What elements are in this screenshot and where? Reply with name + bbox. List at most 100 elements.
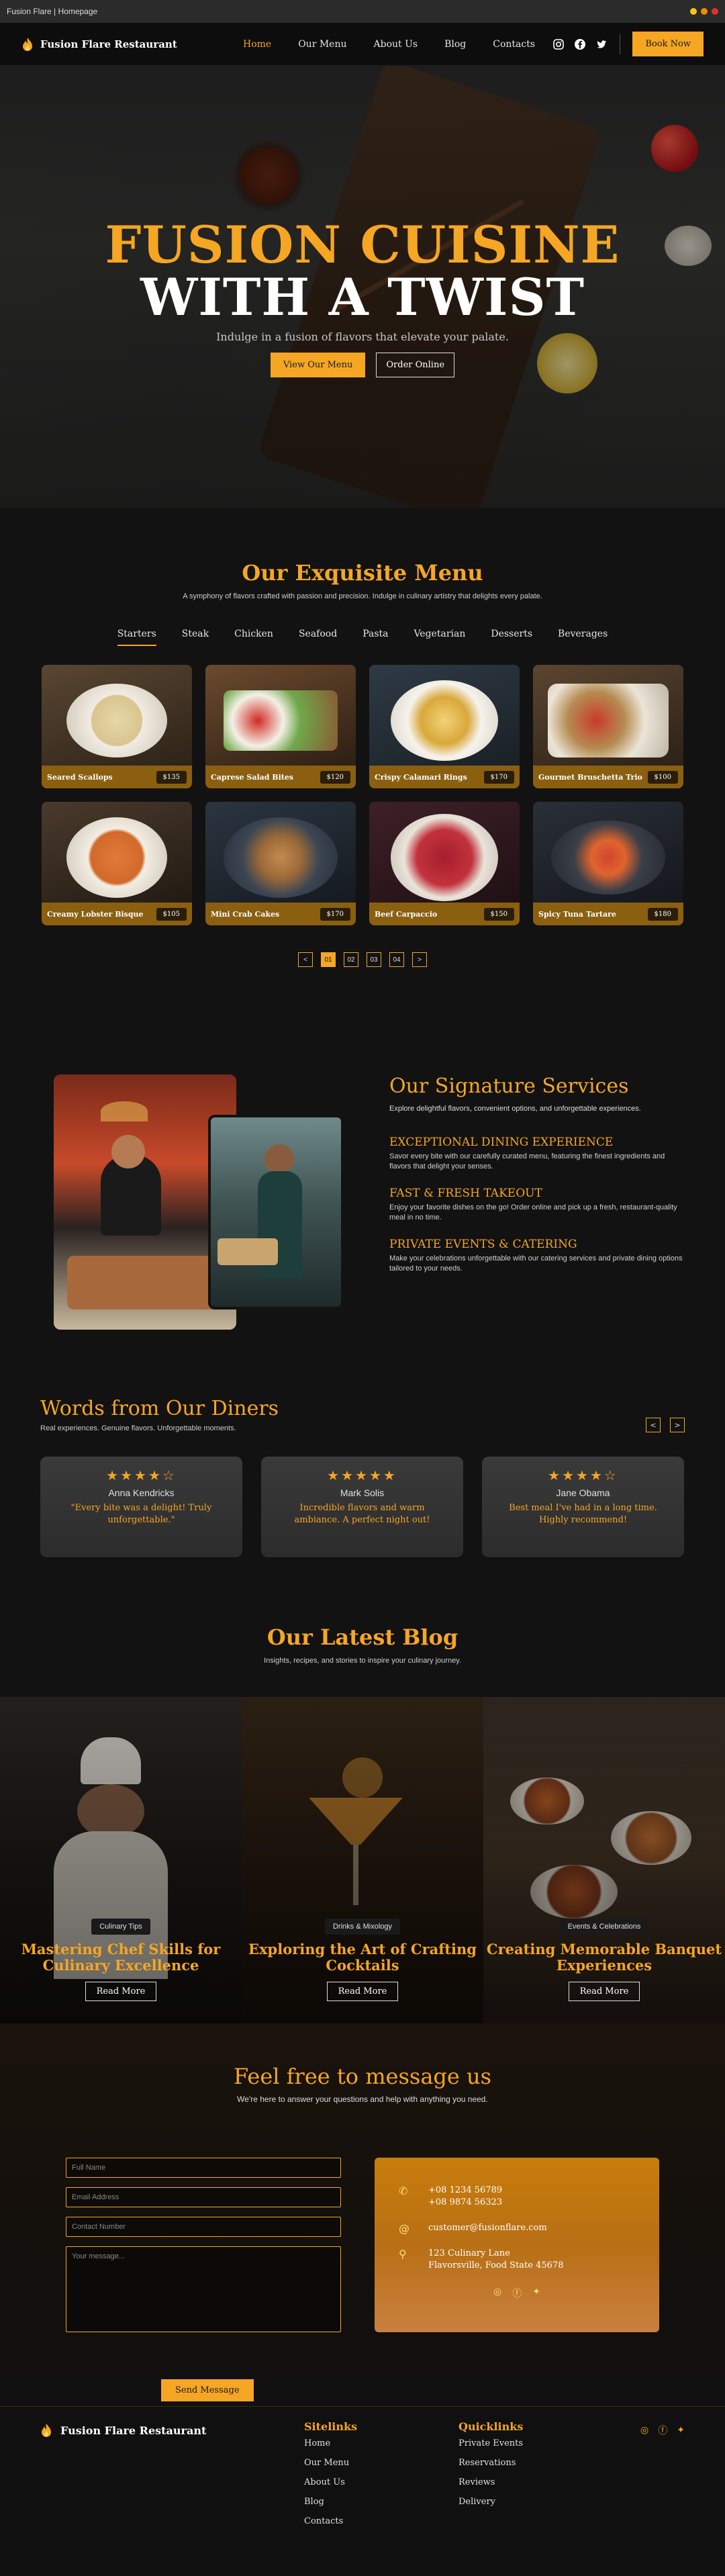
email-field[interactable]: Email Address [66,2187,341,2207]
instagram-icon[interactable]: ◎ [493,2287,501,2300]
nav-contacts[interactable]: Contacts [493,39,535,50]
dish-photo [533,665,683,766]
menu-subtitle: A symphony of flavors crafted with passi… [183,592,542,600]
pager-page-4[interactable]: 04 [389,952,404,967]
dish-photo [369,802,520,903]
tab-desserts[interactable]: Desserts [491,629,532,646]
blog-post-title: Mastering Chef Skills for Culinary Excel… [21,1941,221,1974]
blog-subtitle: Insights, recipes, and stories to inspir… [264,1657,461,1665]
menu-card[interactable]: Seared Scallops $135 [42,665,192,788]
facebook-icon[interactable]: ⓕ [512,2287,522,2300]
menu-card[interactable]: Gourmet Bruschetta Trio $100 [533,665,683,788]
footer-link-blog[interactable]: Blog [304,2497,458,2507]
menu-card[interactable]: Crispy Calamari Rings $170 [369,665,520,788]
close-dot[interactable] [712,8,718,15]
reviews-section: Words from Our Diners Real experiences. … [0,1397,725,1611]
menu-card[interactable]: Caprese Salad Bites $120 [205,665,356,788]
reviewer-name: Jane Obama [556,1487,610,1498]
footer-brand[interactable]: Fusion Flare Restaurant [40,2420,304,2440]
phone-field[interactable]: Contact Number [66,2217,341,2237]
blog-post-info: Drinks & Mixology Exploring the Art of C… [242,1919,483,2001]
blog-post[interactable]: Drinks & Mixology Exploring the Art of C… [242,1697,483,2023]
nav-menu[interactable]: Our Menu [298,39,346,50]
facebook-icon[interactable]: ⓕ [658,2424,667,2437]
menu-card[interactable]: Spicy Tuna Tartare $180 [533,802,683,925]
at-icon: @ [399,2222,409,2235]
email-address[interactable]: customer@fusionflare.com [428,2222,547,2234]
book-now-button[interactable]: Book Now [632,32,704,56]
minimize-dot[interactable] [690,8,697,15]
blog-post-info: Events & Celebrations Creating Memorable… [483,1919,725,2001]
pager-page-2[interactable]: 02 [344,952,358,967]
menu-card[interactable]: Mini Crab Cakes $170 [205,802,356,925]
window-titlebar: Fusion Flare | Homepage [0,0,725,23]
footer-link-home[interactable]: Home [304,2438,458,2448]
facebook-icon[interactable] [574,38,586,50]
pager-page-1[interactable]: 01 [321,952,336,967]
card-footer: Spicy Tuna Tartare $180 [533,903,683,925]
nav-about[interactable]: About Us [374,39,418,50]
tab-vegetarian[interactable]: Vegetarian [414,629,465,646]
window-title: Fusion Flare | Homepage [7,7,98,16]
footer-link-about[interactable]: About Us [304,2477,458,2487]
footer-link-reservations[interactable]: Reservations [458,2458,613,2468]
service-text: Savor every bite with our carefully cura… [389,1152,665,1170]
view-menu-button[interactable]: View Our Menu [270,353,366,377]
tab-pasta[interactable]: Pasta [362,629,388,646]
services-title: Our Signature Services [389,1074,629,1098]
phone-icon: ✆ [399,2184,408,2197]
dish-price: $100 [647,770,678,784]
instagram-icon[interactable] [552,38,565,50]
tab-seafood[interactable]: Seafood [299,629,337,646]
pager-prev[interactable]: < [298,952,313,967]
blog-post[interactable]: Culinary Tips Mastering Chef Skills for … [0,1697,242,2023]
blog-posts: Culinary Tips Mastering Chef Skills for … [0,1697,725,2023]
read-more-button[interactable]: Read More [568,1982,640,2001]
full-name-field[interactable]: Full Name [66,2158,341,2178]
order-online-button[interactable]: Order Online [376,353,455,377]
pager-next[interactable]: > [412,952,427,967]
hero-title: FUSION CUISINE WITH A TWIST [0,219,725,324]
menu-card[interactable]: Beef Carpaccio $150 [369,802,520,925]
reviews-prev-button[interactable]: < [646,1418,661,1432]
reviewer-name: Mark Solis [340,1487,385,1498]
tab-beverages[interactable]: Beverages [558,629,608,646]
blog-post[interactable]: Events & Celebrations Creating Memorable… [483,1697,725,2023]
menu-card[interactable]: Creamy Lobster Bisque $105 [42,802,192,925]
window-controls[interactable] [690,8,718,15]
footer-link-delivery[interactable]: Delivery [458,2497,613,2507]
maximize-dot[interactable] [701,8,708,15]
flame-icon [42,2424,51,2437]
reviews-next-button[interactable]: > [670,1418,685,1432]
footer-link-contacts[interactable]: Contacts [304,2516,458,2526]
blog-post-title: Creating Memorable Banquet Experiences [486,1941,722,1974]
contact-email: @ customer@fusionflare.com [399,2222,635,2234]
footer-link-private-events[interactable]: Private Events [458,2438,613,2448]
read-more-button[interactable]: Read More [326,1982,399,2001]
reviews-list: ★★★★☆ Anna Kendricks "Every bite was a d… [40,1457,685,1557]
twitter-icon[interactable]: ✦ [532,2287,540,2300]
twitter-icon[interactable] [595,38,608,50]
footer-link-reviews[interactable]: Reviews [458,2477,613,2487]
nav-home[interactable]: Home [243,39,271,50]
menu-title: Our Exquisite Menu [242,560,483,586]
tab-starters[interactable]: Starters [117,629,156,646]
tab-steak[interactable]: Steak [182,629,209,646]
twitter-icon[interactable]: ✦ [677,2425,685,2436]
send-message-button[interactable]: Send Message [161,2379,254,2401]
phone-number-1[interactable]: +08 1234 56789 [428,2184,502,2197]
footer-link-menu[interactable]: Our Menu [304,2458,458,2468]
pager-page-3[interactable]: 03 [367,952,381,967]
read-more-button[interactable]: Read More [85,1982,157,2001]
dish-name: Seared Scallops [47,772,113,782]
brand-logo[interactable]: Fusion Flare Restaurant [21,37,223,52]
dish-price: $135 [156,770,187,784]
contact-form: Full Name Email Address Contact Number Y… [66,2158,341,2342]
message-field[interactable]: Your message... [66,2246,341,2332]
hero-ctas: View Our Menu Order Online [0,353,725,377]
nav-blog[interactable]: Blog [444,39,466,50]
services-text: Our Signature Services Explore delightfu… [389,1074,685,1343]
tab-chicken[interactable]: Chicken [234,629,273,646]
instagram-icon[interactable]: ◎ [640,2425,648,2436]
phone-number-2[interactable]: +08 9874 56323 [428,2197,502,2209]
